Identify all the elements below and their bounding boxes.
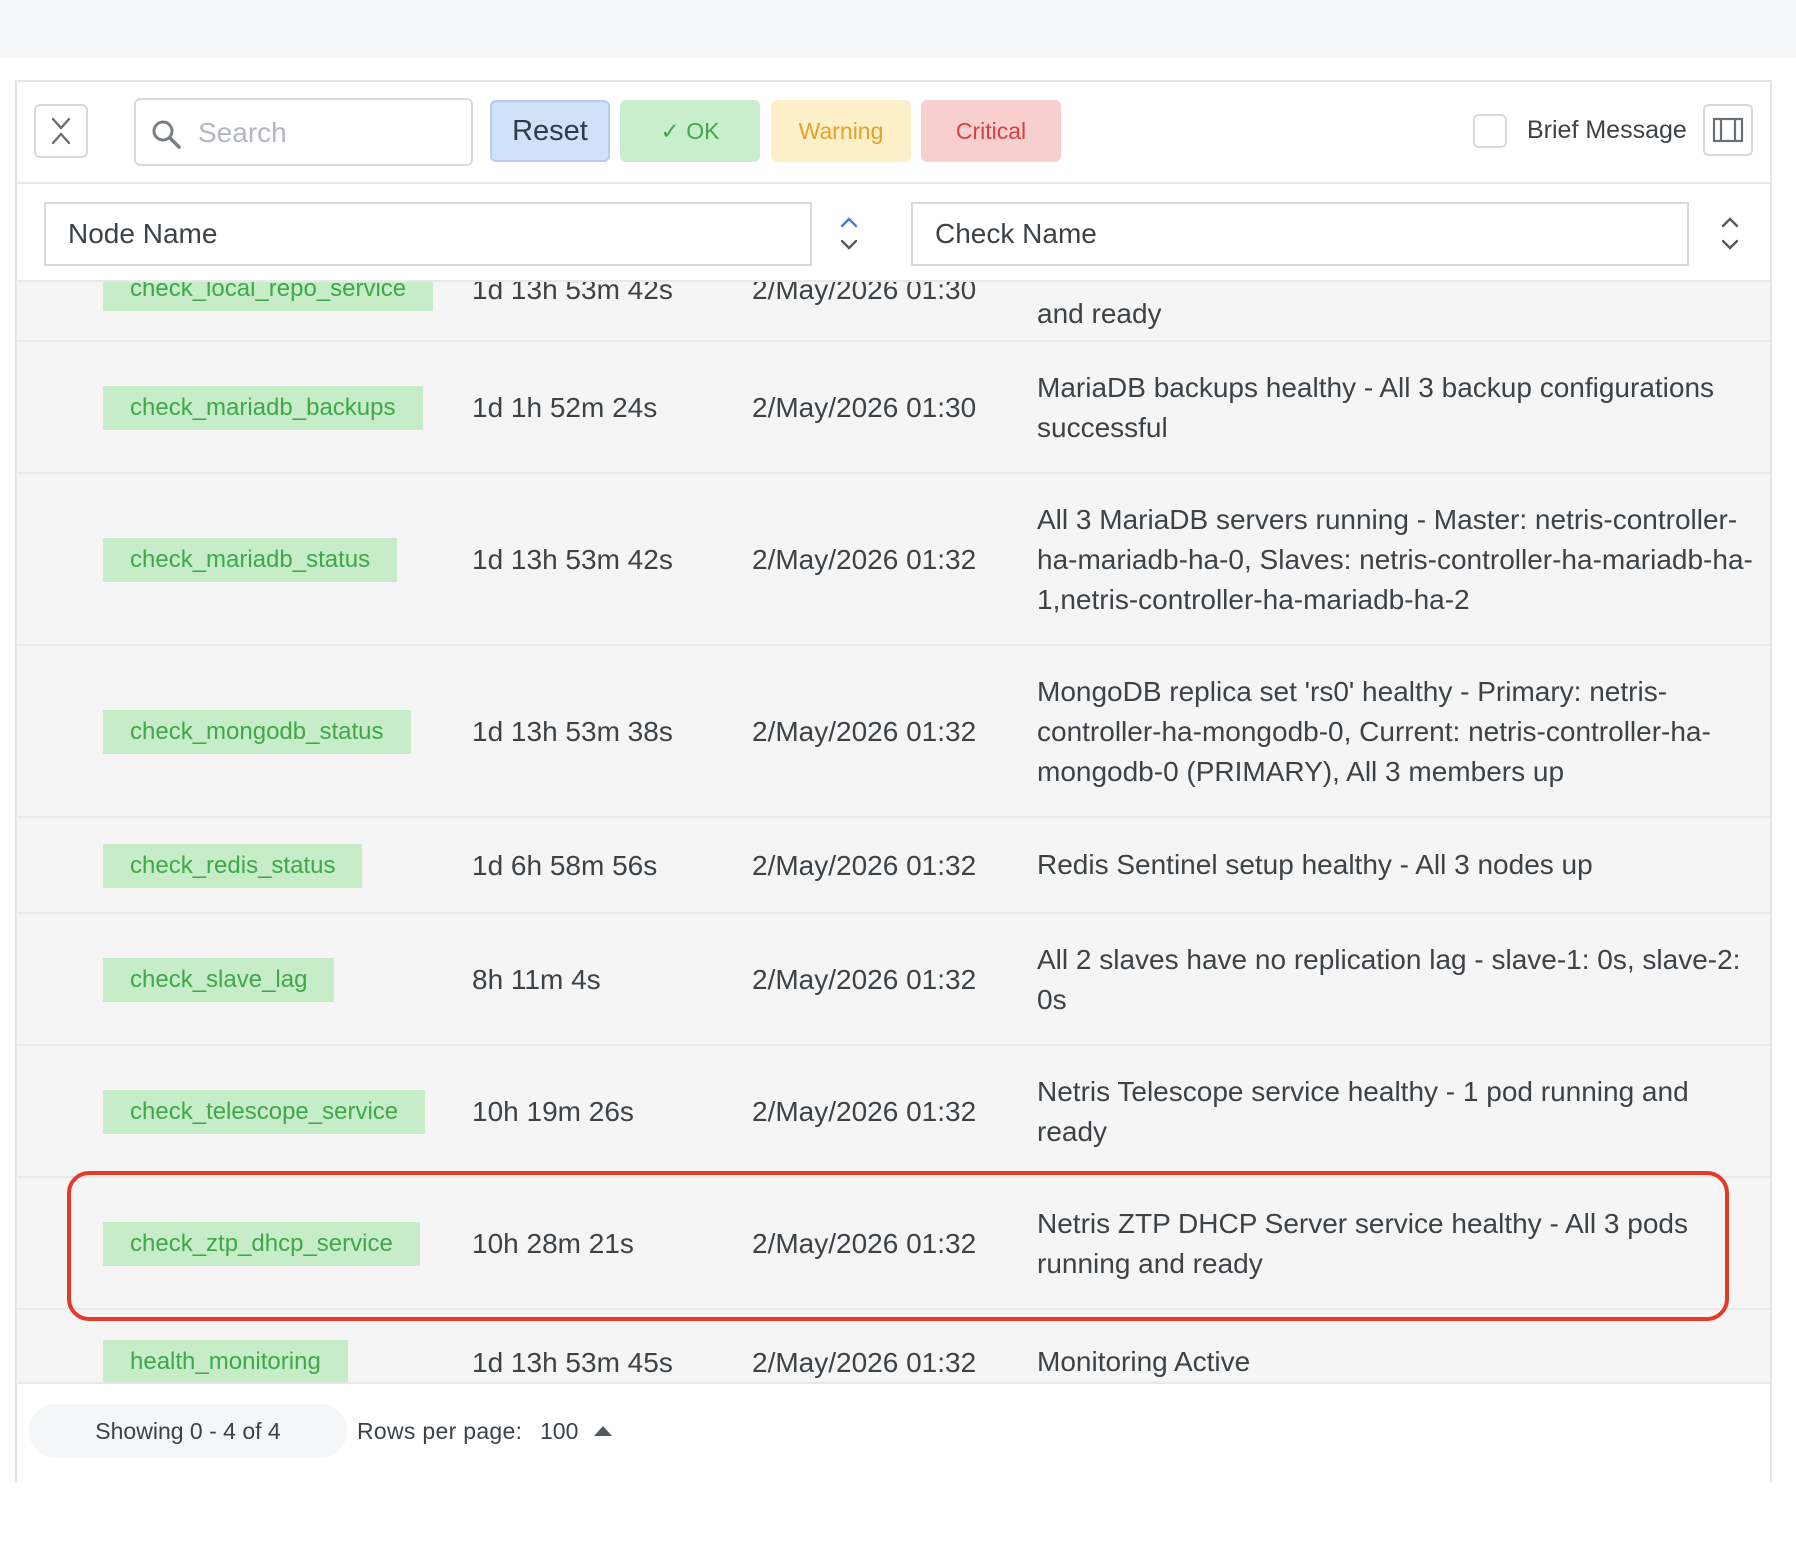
table-row[interactable]: check_ztp_dhcp_service 10h 28m 21s 2/May…	[17, 1178, 1770, 1310]
rows-per-page-select[interactable]: 100	[540, 1418, 578, 1445]
table-row[interactable]: check_slave_lag 8h 11m 4s 2/May/2026 01:…	[17, 914, 1770, 1046]
showing-count: Showing 0 - 4 of 4	[29, 1404, 347, 1458]
node-name-filter[interactable]: Node Name	[44, 202, 812, 266]
check-name-filter[interactable]: Check Name	[911, 202, 1689, 266]
timestamp-cell: 2/May/2026 01:30	[752, 282, 977, 305]
columns-icon	[1712, 117, 1744, 143]
table-row[interactable]: check_redis_status 1d 6h 58m 56s 2/May/2…	[17, 818, 1770, 914]
duration-cell: 1d 13h 53m 42s	[472, 282, 673, 305]
message-cell: Netris ZTP DHCP Server service healthy -…	[1037, 1208, 1688, 1279]
pagination-footer: Showing 0 - 4 of 4 Rows per page: 100	[17, 1382, 1770, 1482]
warning-filter-button[interactable]: Warning	[771, 100, 911, 162]
check-name-pill: check_slave_lag	[103, 958, 335, 1002]
table-row[interactable]: check_mongodb_status 1d 13h 53m 38s 2/Ma…	[17, 646, 1770, 818]
search-icon	[152, 120, 181, 149]
brief-message-checkbox[interactable]	[1473, 114, 1507, 148]
rows-per-page-label: Rows per page:	[357, 1418, 523, 1444]
check-name-pill: check_local_repo_service	[103, 282, 434, 311]
check-name-pill: health_monitoring	[103, 1340, 348, 1382]
timestamp-cell: 2/May/2026 01:32	[752, 544, 977, 575]
duration-cell: 10h 28m 21s	[472, 1228, 634, 1259]
duration-cell: 1d 1h 52m 24s	[472, 392, 658, 423]
duration-cell: 10h 19m 26s	[472, 1096, 634, 1127]
duration-cell: 1d 13h 53m 38s	[472, 716, 673, 747]
health-checks-panel: Reset ✓ OK Warning Critical Brief Messag…	[15, 80, 1772, 1482]
sort-check-name-icon[interactable]	[1718, 210, 1742, 258]
check-name-pill: check_mongodb_status	[103, 710, 411, 754]
check-name-pill: check_mariadb_status	[103, 538, 398, 582]
duration-cell: 1d 6h 58m 56s	[472, 850, 658, 881]
ok-filter-button[interactable]: ✓ OK	[620, 100, 760, 162]
message-cell: Netris Telescope service healthy - 1 pod…	[1037, 1076, 1689, 1147]
message-cell: MariaDB backups healthy - All 3 backup c…	[1037, 372, 1715, 443]
column-filters: Node Name Check Name	[17, 184, 1770, 282]
table-row[interactable]: check_mariadb_status 1d 13h 53m 42s 2/Ma…	[17, 474, 1770, 646]
duration-cell: 1d 13h 53m 45s	[472, 1347, 673, 1378]
timestamp-cell: 2/May/2026 01:32	[752, 850, 977, 881]
message-cell: All 2 slaves have no replication lag - s…	[1037, 944, 1741, 1015]
top-bar	[0, 0, 1796, 58]
check-name-pill: check_telescope_service	[103, 1090, 426, 1134]
search-input[interactable]	[196, 110, 460, 156]
caret-up-icon[interactable]	[592, 1422, 614, 1438]
critical-filter-button[interactable]: Critical	[921, 100, 1061, 162]
collapse-button[interactable]	[34, 104, 88, 158]
columns-toggle-button[interactable]	[1703, 104, 1753, 156]
duration-cell: 8h 11m 4s	[472, 964, 601, 995]
message-cell: MongoDB replica set 'rs0' healthy - Prim…	[1037, 676, 1711, 787]
check-name-pill: check_ztp_dhcp_service	[103, 1222, 420, 1266]
message-cell: Redis Sentinel setup healthy - All 3 nod…	[1037, 849, 1593, 880]
brief-message-label: Brief Message	[1527, 116, 1687, 144]
sort-node-name-icon[interactable]	[837, 210, 861, 258]
timestamp-cell: 2/May/2026 01:30	[752, 392, 977, 423]
message-cell: Monitoring Active	[1037, 1346, 1251, 1377]
timestamp-cell: 2/May/2026 01:32	[752, 1228, 977, 1259]
timestamp-cell: 2/May/2026 01:32	[752, 716, 977, 747]
timestamp-cell: 2/May/2026 01:32	[752, 1096, 977, 1127]
check-name-pill: check_mariadb_backups	[103, 386, 423, 430]
message-cell: and ready	[1037, 298, 1162, 329]
table-row[interactable]: check_telescope_service 10h 19m 26s 2/Ma…	[17, 1046, 1770, 1178]
table-row[interactable]: check_mariadb_backups 1d 1h 52m 24s 2/Ma…	[17, 342, 1770, 474]
timestamp-cell: 2/May/2026 01:32	[752, 1347, 977, 1378]
duration-cell: 1d 13h 53m 42s	[472, 544, 673, 575]
check-name-pill: check_redis_status	[103, 844, 363, 888]
table-row[interactable]: health_monitoring 1d 13h 53m 45s 2/May/2…	[17, 1310, 1770, 1382]
message-cell: All 3 MariaDB servers running - Master: …	[1037, 504, 1753, 615]
table-row[interactable]: check_local_repo_service 1d 13h 53m 42s …	[17, 282, 1770, 342]
search-box[interactable]	[134, 98, 473, 166]
checks-table: check_local_repo_service 1d 13h 53m 42s …	[17, 282, 1770, 1382]
toolbar: Reset ✓ OK Warning Critical Brief Messag…	[17, 82, 1770, 184]
reset-button[interactable]: Reset	[490, 100, 610, 162]
collapse-icon	[51, 117, 71, 145]
timestamp-cell: 2/May/2026 01:32	[752, 964, 977, 995]
